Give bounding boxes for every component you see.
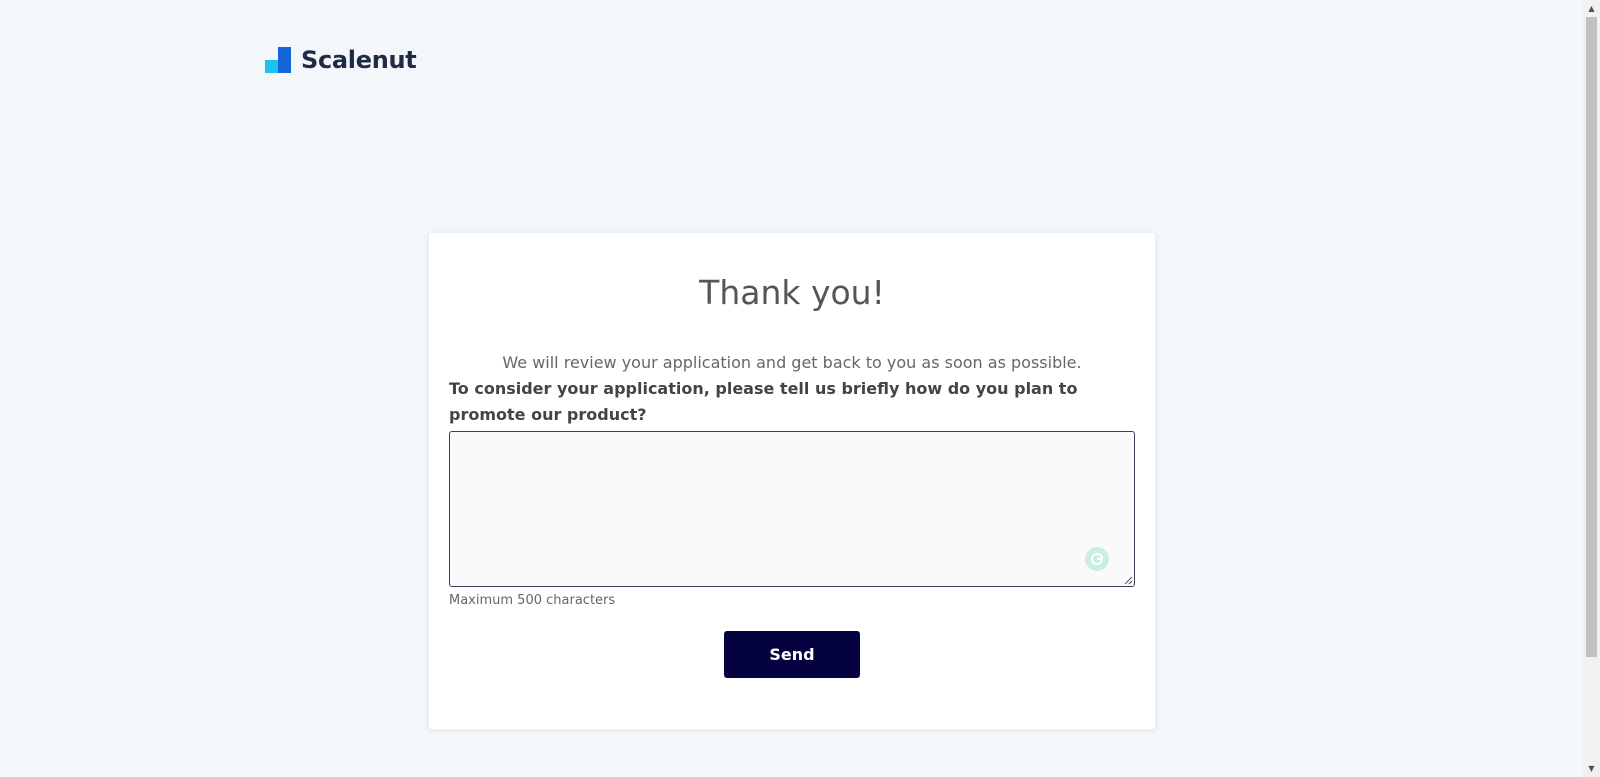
page-title: Thank you! xyxy=(699,273,885,312)
vertical-scrollbar[interactable]: ▲ ▼ xyxy=(1583,0,1600,777)
page: Scalenut Thank you! We will review your … xyxy=(0,0,1600,777)
scroll-thumb[interactable] xyxy=(1586,17,1597,657)
brand-name: Scalenut xyxy=(301,46,417,74)
promotion-textarea-wrapper xyxy=(449,431,1135,587)
scroll-up-arrow-icon[interactable]: ▲ xyxy=(1583,0,1600,17)
promotion-textarea[interactable] xyxy=(449,431,1135,587)
resize-handle-icon[interactable] xyxy=(1123,575,1133,585)
confirmation-message: We will review your application and get … xyxy=(502,353,1082,372)
promotion-question: To consider your application, please tel… xyxy=(449,379,1078,424)
logo-mark-icon xyxy=(265,47,291,73)
thank-you-card: Thank you! We will review your applicati… xyxy=(428,232,1156,730)
brand-logo[interactable]: Scalenut xyxy=(265,46,417,74)
scroll-down-arrow-icon[interactable]: ▼ xyxy=(1583,760,1600,777)
character-limit-hint: Maximum 500 characters xyxy=(449,593,616,608)
grammarly-icon[interactable] xyxy=(1085,547,1109,571)
send-button[interactable]: Send xyxy=(724,631,860,678)
